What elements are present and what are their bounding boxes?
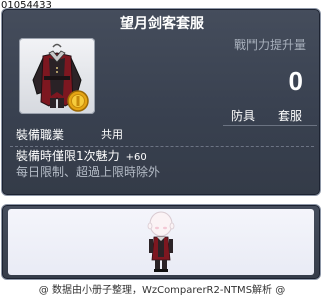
item-title: 望月剑客套服 [120, 16, 204, 32]
footer-credit: @ 数据由小册子整理，WzComparerR2-NTMS解析 @ [38, 285, 286, 296]
power-label: 戰鬥力提升量 [233, 38, 306, 52]
effect-text: 裝備時僅限1次魅力 [16, 149, 120, 163]
gold-coin-icon [67, 90, 89, 112]
section-divider [10, 146, 314, 147]
avatar-preview-stage [8, 209, 314, 275]
job-label: 裝備職業 [16, 128, 65, 142]
limit-text: 每日限制、超過上限時除外 [16, 165, 161, 179]
power-value: 0 [288, 66, 303, 96]
tag-overall: 套服 [278, 109, 303, 123]
job-value: 共用 [101, 128, 123, 141]
tag-divider [223, 125, 317, 126]
effect-value: +60 [125, 152, 147, 163]
item-tooltip: 望月剑客套服 戰鬥力提升量 0 防具 套服 裝備職業 共用 裝備時僅限1次魅力 … [1, 8, 321, 196]
character-preview-icon [147, 211, 175, 272]
tag-armor: 防具 [231, 109, 256, 123]
item-icon-frame [19, 38, 95, 114]
avatar-preview-panel [1, 204, 321, 280]
